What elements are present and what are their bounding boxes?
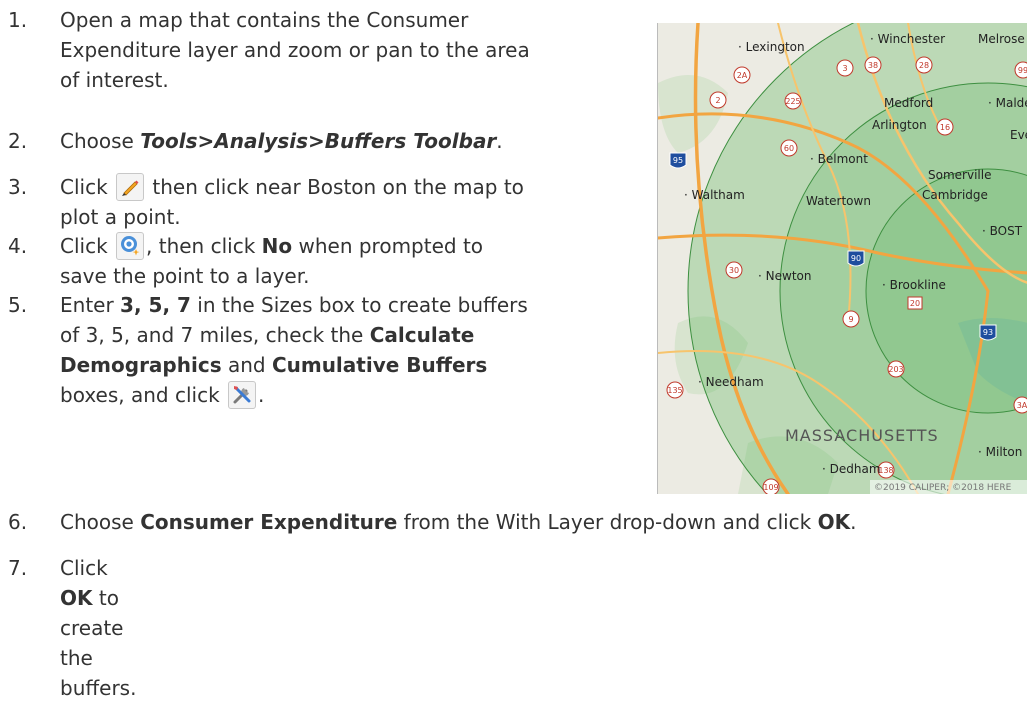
step-text: Choose (60, 129, 141, 153)
svg-text:· BOST: · BOST (982, 224, 1023, 238)
svg-text:· Milton: · Milton (978, 445, 1022, 459)
svg-text:· Dedham: · Dedham (822, 462, 881, 476)
svg-text:· Lexington: · Lexington (738, 40, 805, 54)
svg-text:38: 38 (868, 61, 878, 70)
step-number: 2. (8, 129, 28, 153)
svg-text:93: 93 (983, 328, 993, 337)
step-number: 1. (8, 8, 28, 32)
buffer-map: 3 38 28 99 2A 2 225 16 60 95 90 20 30 9 … (657, 23, 1027, 494)
step-text: Expenditure layer and zoom or pan to the… (60, 38, 530, 62)
svg-text:20: 20 (910, 299, 920, 308)
svg-text:· Newton: · Newton (758, 269, 811, 283)
menu-path: Tools>Analysis>Buffers Toolbar (140, 129, 497, 153)
svg-text:· Winchester: · Winchester (870, 32, 945, 46)
svg-text:· Malden: · Malden (988, 96, 1027, 110)
buffer-target-icon (116, 232, 145, 260)
step-text: of interest. (60, 68, 169, 92)
svg-text:28: 28 (919, 61, 929, 70)
svg-text:· Belmont: · Belmont (810, 152, 868, 166)
svg-text:Watertown: Watertown (806, 194, 871, 208)
svg-text:Cambridge: Cambridge (922, 188, 988, 202)
map-copyright: ©2019 CALIPER; ©2018 HERE (874, 483, 1012, 493)
svg-text:225: 225 (785, 97, 800, 106)
svg-text:99: 99 (1018, 66, 1027, 75)
svg-text:30: 30 (729, 266, 739, 275)
svg-text:135: 135 (667, 386, 682, 395)
tools-icon (228, 381, 257, 409)
svg-text:60: 60 (784, 144, 794, 153)
svg-text:3: 3 (842, 64, 847, 73)
step-number: 3. (8, 175, 28, 199)
svg-text:Medford: Medford (884, 96, 933, 110)
svg-text:16: 16 (940, 123, 950, 132)
svg-text:90: 90 (851, 254, 861, 263)
svg-text:· Waltham: · Waltham (684, 188, 745, 202)
svg-text:3A: 3A (1017, 401, 1027, 410)
svg-text:95: 95 (673, 156, 683, 165)
svg-text:138: 138 (878, 466, 893, 475)
svg-text:Ever: Ever (1010, 128, 1027, 142)
pencil-icon (116, 173, 145, 201)
svg-text:9: 9 (848, 315, 853, 324)
svg-text:Arlington: Arlington (872, 118, 927, 132)
svg-text:· Needham: · Needham (698, 375, 764, 389)
step-number: 6. (8, 510, 28, 534)
step-number: 7. (8, 556, 28, 580)
state-label: MASSACHUSETTS (785, 426, 939, 445)
svg-text:Melrose: Melrose (978, 32, 1025, 46)
svg-text:109: 109 (763, 483, 778, 492)
svg-text:· Brookline: · Brookline (882, 278, 946, 292)
svg-text:203: 203 (888, 365, 903, 374)
step-text: Open a map that contains the Consumer (60, 8, 469, 32)
step-number: 4. (8, 234, 28, 258)
svg-text:Somerville: Somerville (928, 168, 991, 182)
step-number: 5. (8, 293, 28, 317)
svg-text:2A: 2A (737, 71, 748, 80)
svg-text:2: 2 (715, 96, 720, 105)
